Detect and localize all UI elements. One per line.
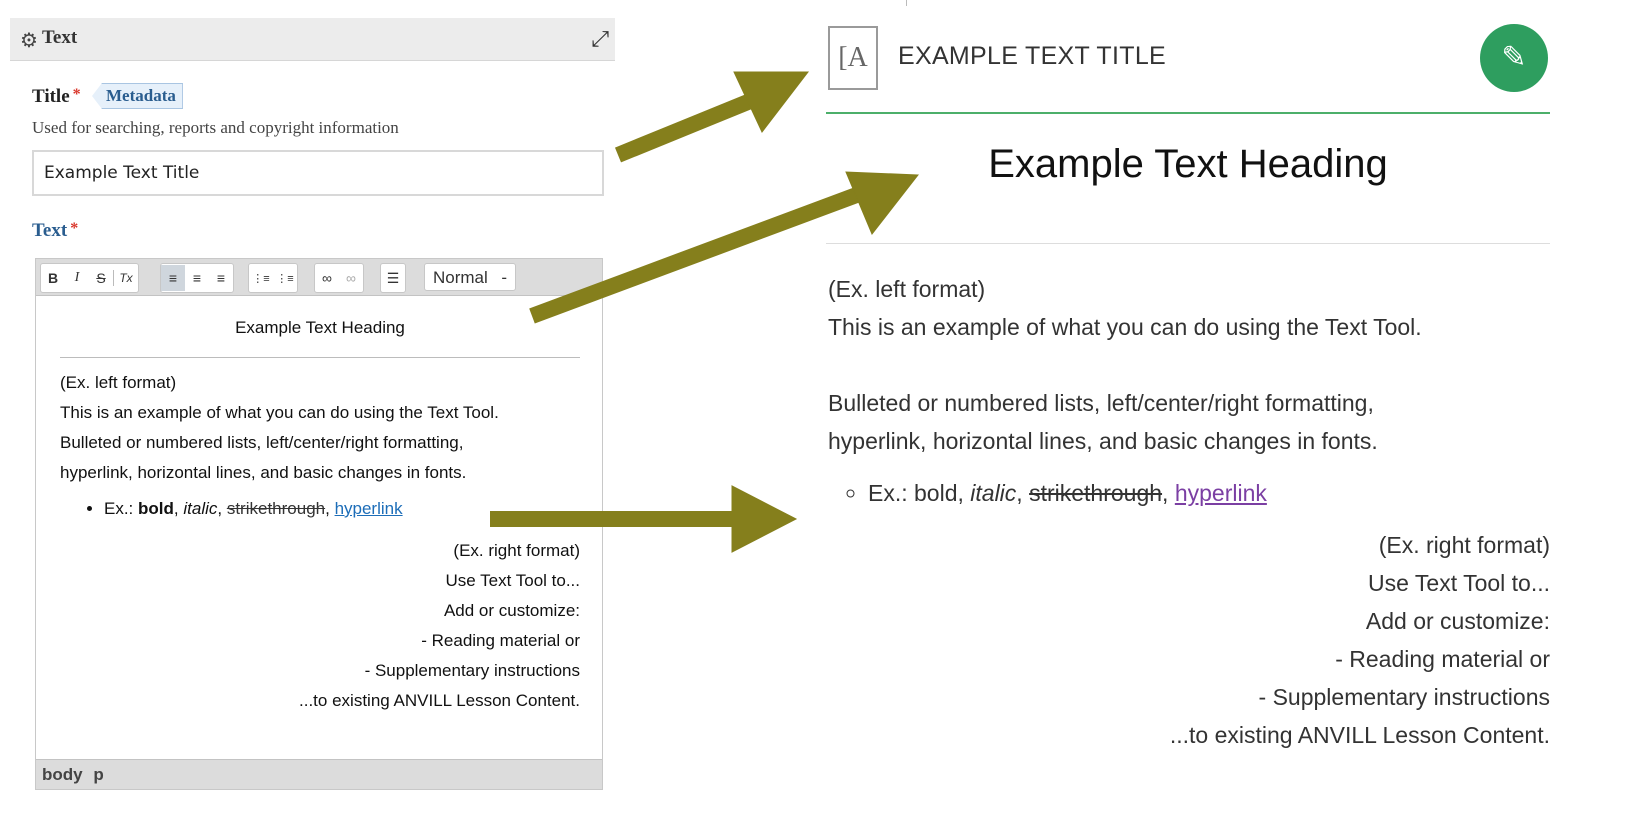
preview-horizontal-rule: [826, 243, 1550, 244]
title-input[interactable]: Example Text Title: [32, 150, 604, 196]
horizontal-line-button[interactable]: ☰: [381, 265, 405, 291]
align-left-button[interactable]: ≡: [161, 265, 185, 291]
bold-sample: bold: [138, 499, 174, 518]
editor-line-2: Bulleted or numbered lists, left/center/…: [60, 433, 464, 452]
hyperlink-sample[interactable]: hyperlink: [1175, 480, 1267, 506]
align-right-button[interactable]: ≡: [209, 265, 233, 291]
editor-right-line-3: Add or customize:: [443, 601, 580, 620]
editor-right-line-6: ...to existing ANVILL Lesson Content.: [299, 691, 580, 710]
numbered-list-button[interactable]: ⋮≡: [273, 265, 297, 291]
list-prefix: Ex.:: [104, 499, 139, 518]
editor-left-label: (Ex. left format): [60, 373, 177, 392]
italic-button[interactable]: I: [65, 265, 89, 291]
preview-right-line-3: Add or customize:: [1365, 608, 1550, 634]
list-separator: ,: [1162, 480, 1175, 506]
list-separator: ,: [217, 499, 227, 518]
text-editor-panel: ⚙ Text ⤢ Title * Metadata Used for search…: [10, 18, 615, 818]
metadata-tag: Metadata: [92, 83, 183, 109]
arrow-list-head: [731, 485, 798, 553]
title-label: Title *: [32, 86, 81, 108]
palette-icon: ⚙: [20, 30, 38, 52]
preview-line-2: Bulleted or numbered lists, left/center/…: [828, 390, 1374, 416]
list-separator: ,: [1016, 480, 1030, 506]
alignment-group: ≡ ≡ ≡: [160, 263, 234, 293]
panel-header: ⚙ Text ⤢: [10, 18, 615, 61]
strikethrough-sample: strikethrough: [1029, 480, 1163, 506]
required-marker: *: [72, 86, 81, 103]
list-prefix: Ex.: bold,: [868, 480, 971, 506]
link-button[interactable]: ∞: [315, 265, 339, 291]
link-group: ∞ ∞: [314, 263, 364, 293]
chevron-down-icon: -: [501, 268, 507, 287]
bold-button[interactable]: B: [41, 265, 65, 291]
format-dropdown[interactable]: Normal -: [424, 263, 516, 291]
arrow-title-head: [733, 71, 810, 133]
editor-bullet-list: Ex.: bold, italic, strikethrough, hyperl…: [60, 494, 580, 524]
remove-format-button[interactable]: Tx: [114, 265, 138, 291]
basic-styles-group: B I S Tx: [40, 263, 139, 293]
editor-line-3: hyperlink, horizontal lines, and basic c…: [60, 463, 467, 482]
editor-element-path[interactable]: body p: [36, 759, 602, 789]
preview-line-1: This is an example of what you can do us…: [828, 314, 1422, 340]
editor-content-area[interactable]: Example Text Heading (Ex. left format) T…: [60, 297, 580, 716]
list-item: Ex.: bold, italic, strikethrough, hyperl…: [104, 494, 580, 524]
format-dropdown-value: Normal: [433, 268, 488, 287]
preview-right-line-2: Use Text Tool to...: [1368, 570, 1550, 596]
text-label-text: Text: [32, 220, 68, 241]
text-preview: [A EXAMPLE TEXT TITLE ✎ Example Text Hea…: [826, 0, 1552, 828]
panel-title: Text: [42, 27, 78, 48]
preview-bullet-list: Ex.: bold, italic, strikethrough, hyperl…: [828, 474, 1550, 512]
hyperlink-sample[interactable]: hyperlink: [335, 499, 403, 518]
editor-right-line-2: Use Text Tool to...: [445, 571, 581, 590]
italic-sample: italic: [970, 480, 1017, 506]
unlink-button[interactable]: ∞: [339, 265, 363, 291]
editor-right-line-5: - Supplementary instructions: [364, 661, 580, 680]
preview-right-line-1: (Ex. right format): [1378, 532, 1550, 558]
editor-horizontal-rule: [60, 357, 580, 358]
editor-right-line-1: (Ex. right format): [453, 541, 580, 560]
preview-heading: Example Text Heading: [988, 142, 1388, 186]
list-group: ⋮≡ ⋮≡: [248, 263, 298, 293]
align-center-button[interactable]: ≡: [185, 265, 209, 291]
editor-right-line-4: - Reading material or: [421, 631, 580, 650]
divider: [906, 0, 907, 6]
editor-line-1: This is an example of what you can do us…: [60, 403, 499, 422]
title-help-text: Used for searching, reports and copyrigh…: [32, 118, 399, 137]
preview-right-line-4: - Reading material or: [1335, 646, 1550, 672]
preview-title: EXAMPLE TEXT TITLE: [898, 42, 1166, 70]
strikethrough-sample: strikethrough: [226, 499, 326, 518]
list-separator: ,: [325, 499, 335, 518]
text-label: Text *: [32, 220, 78, 242]
arrow-title: [614, 87, 769, 163]
list-item: Ex.: bold, italic, strikethrough, hyperl…: [868, 474, 1550, 512]
italic-sample: italic: [183, 499, 218, 518]
title-underline: [826, 112, 1550, 114]
expand-icon[interactable]: ⤢: [591, 26, 609, 52]
editor-toolbar: B I S Tx ≡ ≡ ≡ ⋮≡ ⋮≡ ∞ ∞ ☰ Normal -: [36, 259, 602, 296]
preview-right-line-5: - Supplementary instructions: [1258, 684, 1550, 710]
list-separator: ,: [173, 499, 184, 518]
editor-heading: Example Text Heading: [235, 318, 405, 337]
required-marker: *: [70, 220, 79, 237]
edit-pencil-icon[interactable]: ✎: [1480, 24, 1548, 92]
title-label-text: Title: [32, 86, 70, 107]
preview-right-line-6: ...to existing ANVILL Lesson Content.: [1169, 722, 1550, 748]
rich-text-editor[interactable]: B I S Tx ≡ ≡ ≡ ⋮≡ ⋮≡ ∞ ∞ ☰ Normal - Exam…: [35, 258, 603, 790]
preview-line-3: hyperlink, horizontal lines, and basic c…: [828, 428, 1378, 454]
bulleted-list-button[interactable]: ⋮≡: [249, 265, 273, 291]
text-tool-icon: [A: [828, 26, 878, 90]
preview-body: (Ex. left format) This is an example of …: [828, 270, 1550, 754]
strikethrough-button[interactable]: S: [89, 265, 113, 291]
insert-group: ☰: [380, 263, 406, 293]
preview-left-label: (Ex. left format): [828, 276, 986, 302]
